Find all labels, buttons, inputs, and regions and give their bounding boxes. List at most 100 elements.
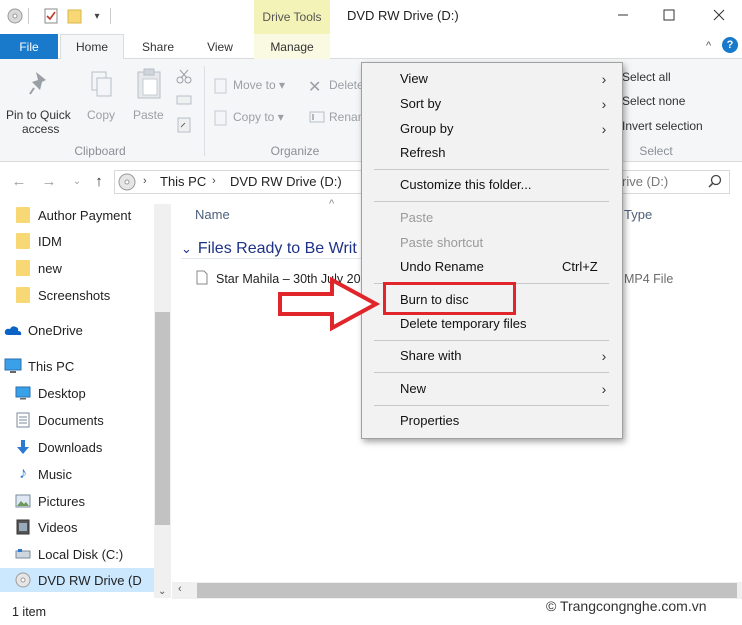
tab-view[interactable]: View xyxy=(194,34,246,59)
dvd-drive-icon xyxy=(6,7,24,25)
search-icon[interactable] xyxy=(708,174,722,191)
tab-file[interactable]: File xyxy=(0,34,58,59)
menu-separator xyxy=(374,372,609,373)
collapse-ribbon-icon[interactable]: ^ xyxy=(706,40,711,52)
paste-button[interactable]: Paste xyxy=(133,108,164,122)
up-button[interactable]: ↑ xyxy=(90,172,108,190)
breadcrumb-this-pc[interactable]: This PC xyxy=(160,174,206,189)
recent-locations-dropdown[interactable]: ⌄ xyxy=(68,172,86,190)
nav-item-author-payment[interactable]: Author Payment xyxy=(14,203,154,227)
move-to-button[interactable]: Move to ▾ xyxy=(233,78,285,92)
nav-item-onedrive[interactable]: OneDrive xyxy=(4,318,154,342)
copy-path-icon[interactable] xyxy=(176,94,192,109)
menu-item-sort-by[interactable]: Sort by xyxy=(400,96,441,111)
maximize-button[interactable] xyxy=(656,4,682,26)
close-button[interactable] xyxy=(706,4,732,26)
nav-item-label: DVD RW Drive (D xyxy=(38,572,142,588)
qat-separator xyxy=(28,8,29,24)
select-all-button[interactable]: Select all xyxy=(622,70,671,84)
column-header-name[interactable]: Name xyxy=(195,207,230,222)
tab-share[interactable]: Share xyxy=(132,34,184,59)
file-icon xyxy=(196,270,208,288)
pin-to-quick-access-button[interactable]: Pin to Quick xyxy=(6,108,71,122)
menu-item-refresh[interactable]: Refresh xyxy=(400,145,446,160)
nav-item-desktop[interactable]: Desktop xyxy=(14,381,154,405)
highlight-box xyxy=(383,282,516,315)
submenu-arrow-icon: › xyxy=(601,348,607,364)
clipboard-group-label: Clipboard xyxy=(74,144,126,158)
folder-icon xyxy=(14,259,32,277)
content-horizontal-scrollbar-thumb[interactable] xyxy=(197,583,737,598)
music-icon: ♪ xyxy=(19,465,27,482)
nav-item-label: Author Payment xyxy=(38,207,132,223)
submenu-arrow-icon: › xyxy=(601,121,607,137)
breadcrumb-drive[interactable]: DVD RW Drive (D:) xyxy=(230,174,342,189)
nav-item-label: Videos xyxy=(38,519,78,535)
nav-item-downloads[interactable]: Downloads xyxy=(14,435,154,459)
menu-separator xyxy=(374,340,609,341)
tab-manage[interactable]: Manage xyxy=(254,34,330,59)
nav-item-idm[interactable]: IDM xyxy=(14,229,154,253)
cut-icon[interactable] xyxy=(176,68,192,87)
rename-icon xyxy=(309,110,325,127)
minimize-button[interactable] xyxy=(610,4,636,26)
nav-item-music[interactable]: ♪ Music xyxy=(14,462,154,486)
status-item-count: 1 item xyxy=(12,605,47,619)
scroll-left-icon[interactable]: ‹ xyxy=(178,583,182,595)
menu-item-new[interactable]: New xyxy=(400,381,426,396)
pictures-icon xyxy=(14,492,32,510)
nav-item-dvd-drive[interactable]: DVD RW Drive (D xyxy=(0,568,154,592)
nav-item-label: This PC xyxy=(28,358,75,374)
paste-shortcut-icon[interactable] xyxy=(176,116,192,137)
nav-item-local-disk[interactable]: Local Disk (C:) xyxy=(14,542,154,566)
group-header-files-ready[interactable]: ⌄ Files Ready to Be Writ xyxy=(181,240,357,258)
copy-icon xyxy=(89,70,113,103)
properties-icon[interactable] xyxy=(42,7,60,25)
menu-item-paste-shortcut[interactable]: Paste shortcut xyxy=(400,235,483,250)
qat-dropdown-icon[interactable]: ▾ xyxy=(88,7,106,25)
menu-item-undo-rename[interactable]: Undo Rename xyxy=(400,259,484,274)
menu-separator xyxy=(374,201,609,202)
cloud-icon xyxy=(4,321,22,339)
group-header-label: Files Ready to Be Writ xyxy=(197,240,357,257)
move-to-label: Move to xyxy=(233,78,276,92)
nav-item-screenshots[interactable]: Screenshots xyxy=(14,283,154,307)
ribbon-separator xyxy=(204,66,205,156)
copy-to-button[interactable]: Copy to ▾ xyxy=(233,110,284,124)
scroll-down-icon[interactable]: ⌄ xyxy=(158,586,166,597)
breadcrumb-chevron-icon[interactable]: › xyxy=(143,175,147,187)
menu-item-paste[interactable]: Paste xyxy=(400,210,433,225)
menu-item-properties[interactable]: Properties xyxy=(400,413,459,428)
nav-item-label: Local Disk (C:) xyxy=(38,546,124,562)
folder-icon xyxy=(14,206,32,224)
undo-shortcut: Ctrl+Z xyxy=(562,259,598,274)
column-header-type[interactable]: Type xyxy=(624,207,652,222)
organize-group-label: Organize xyxy=(270,144,320,158)
nav-item-documents[interactable]: Documents xyxy=(14,408,154,432)
menu-item-group-by[interactable]: Group by xyxy=(400,121,453,136)
help-icon[interactable]: ? xyxy=(722,37,738,53)
nav-item-pictures[interactable]: Pictures xyxy=(14,489,154,513)
back-button[interactable]: ← xyxy=(10,172,28,190)
tab-home[interactable]: Home xyxy=(60,34,124,60)
invert-selection-button[interactable]: Invert selection xyxy=(622,119,703,133)
menu-item-delete-temporary-files[interactable]: Delete temporary files xyxy=(400,316,526,331)
menu-item-share-with[interactable]: Share with xyxy=(400,348,461,363)
select-none-button[interactable]: Select none xyxy=(622,94,685,108)
nav-pane-scrollbar-thumb[interactable] xyxy=(155,312,170,525)
nav-item-this-pc[interactable]: This PC xyxy=(4,354,154,378)
delete-button[interactable]: Delete xyxy=(329,78,364,92)
drive-tools-contextual-tab: Drive Tools xyxy=(254,0,330,34)
nav-item-new[interactable]: new xyxy=(14,256,154,280)
dvd-drive-icon xyxy=(118,173,136,194)
menu-item-view[interactable]: View xyxy=(400,71,428,86)
nav-item-videos[interactable]: Videos xyxy=(14,515,154,539)
nav-item-label: Documents xyxy=(38,412,104,428)
copy-button[interactable]: Copy xyxy=(87,108,115,122)
new-folder-icon[interactable] xyxy=(66,7,84,25)
forward-button[interactable]: → xyxy=(40,172,58,190)
menu-item-customize-folder[interactable]: Customize this folder... xyxy=(400,177,532,192)
collapse-group-icon[interactable]: ⌄ xyxy=(181,241,192,256)
download-icon xyxy=(14,438,32,456)
breadcrumb-chevron-icon[interactable]: › xyxy=(212,175,216,187)
